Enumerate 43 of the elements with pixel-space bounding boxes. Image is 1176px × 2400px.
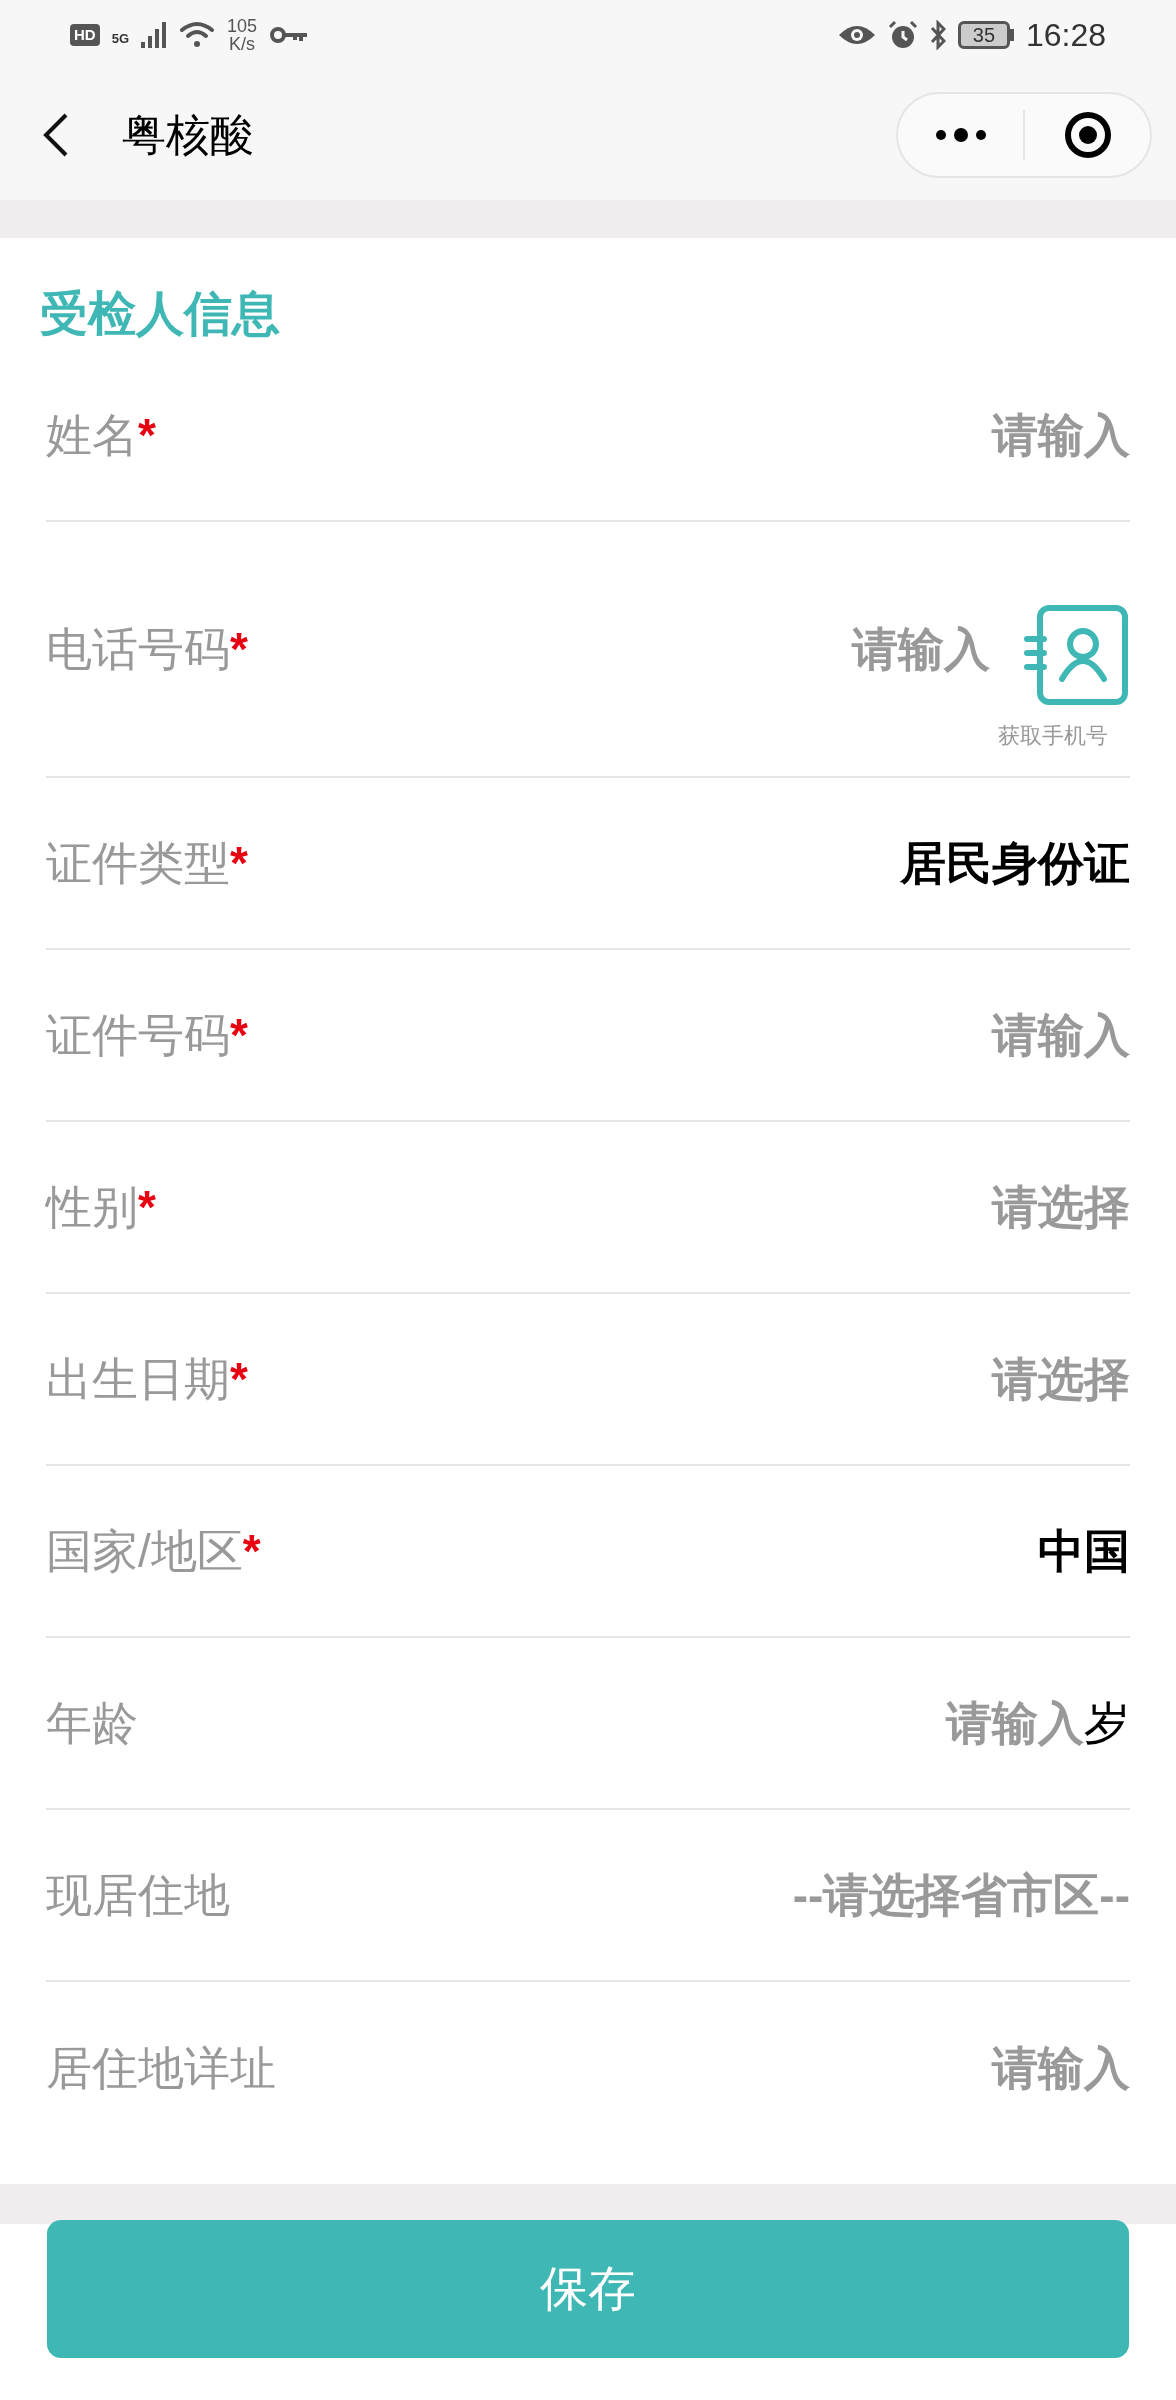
bluetooth-icon	[929, 20, 946, 50]
field-value[interactable]: 中国	[1038, 1516, 1130, 1586]
required-mark: *	[138, 1179, 156, 1235]
required-mark: *	[230, 1351, 248, 1407]
field-label: 出生日期	[46, 1351, 230, 1407]
field-label: 电话号码	[46, 621, 230, 677]
key-icon	[269, 25, 310, 45]
required-mark: *	[230, 835, 248, 891]
clock-time: 16:28	[1025, 16, 1106, 55]
get-phone-number-link[interactable]: 获取手机号	[998, 718, 1108, 752]
select-placeholder[interactable]: 请选择	[992, 1172, 1130, 1242]
select-placeholder[interactable]: 请选择	[992, 1344, 1130, 1414]
section-title: 受检人信息	[40, 287, 280, 340]
field-label: 证件类型	[46, 835, 230, 891]
wifi-icon	[179, 21, 215, 49]
unit-label: 岁	[1084, 1695, 1130, 1751]
input-field[interactable]: 请输入	[907, 1000, 1130, 1070]
input-field[interactable]: 请输入	[767, 614, 990, 684]
field-label: 现居住地	[46, 1867, 230, 1923]
network-type: 5G	[111, 30, 129, 48]
field-label: 证件号码	[46, 1007, 230, 1063]
field-label: 国家/地区	[46, 1523, 243, 1579]
field-label: 年龄	[46, 1695, 138, 1751]
signal-icon	[141, 22, 167, 48]
speed-unit: K/s	[229, 35, 256, 53]
field-value[interactable]: 居民身份证	[900, 828, 1130, 898]
input-field[interactable]: 请输入	[907, 400, 1130, 470]
page-title: 粤核酸	[122, 109, 254, 161]
field-label: 姓名	[46, 407, 138, 463]
select-placeholder[interactable]: --请选择省市区--	[792, 1860, 1130, 1930]
hd-icon: HD	[70, 23, 100, 47]
required-mark: *	[138, 407, 156, 463]
field-label: 居住地详址	[46, 2040, 276, 2096]
required-mark: *	[230, 621, 248, 677]
eye-icon	[837, 23, 876, 47]
required-mark: *	[242, 1523, 261, 1579]
input-field[interactable]: 请输入	[907, 2033, 1130, 2103]
input-field[interactable]: 请输入	[861, 1688, 1084, 1758]
field-label: 性别	[46, 1179, 138, 1235]
required-mark: *	[230, 1007, 248, 1063]
speed-value: 105	[227, 17, 258, 35]
alarm-icon	[887, 20, 918, 50]
save-button[interactable]: 保存	[47, 2220, 1129, 2358]
